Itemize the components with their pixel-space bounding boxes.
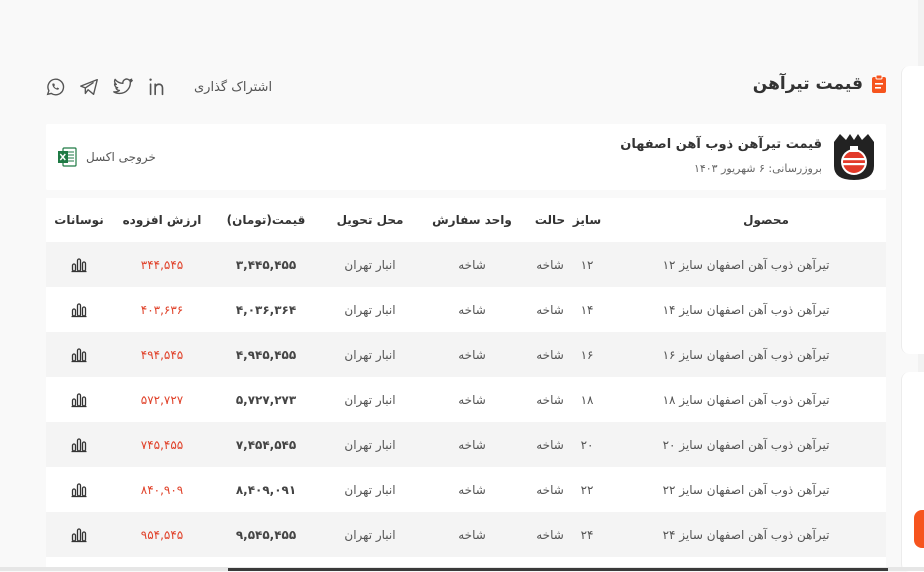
- row-location: انبار تهران: [344, 437, 396, 452]
- row-price: ۷,۴۵۴,۵۴۵: [235, 437, 297, 452]
- row-size: ۲۴: [580, 527, 594, 542]
- row-vat: ۴۹۴,۵۴۵: [140, 347, 184, 362]
- row-state: شاخه: [536, 527, 564, 542]
- row-size: ۱۲: [580, 257, 594, 272]
- bar-chart-icon: [71, 437, 87, 452]
- row-size: ۲۲: [580, 482, 594, 497]
- row-vat: ۸۴۰,۹۰۹: [140, 482, 184, 497]
- row-product: تیرآهن ذوب آهن اصفهان سایز ۱۴: [662, 302, 830, 317]
- row-vat: ۵۷۲,۷۲۷: [140, 392, 184, 407]
- row-vat: ۳۴۴,۵۴۵: [140, 257, 184, 272]
- header-size: سایز: [572, 213, 602, 227]
- row-size: ۱۸: [580, 392, 594, 407]
- bar-chart-icon: [71, 527, 87, 542]
- header-state: حالت: [534, 213, 566, 227]
- bar-chart-icon: [71, 482, 87, 497]
- row-chart-button[interactable]: [58, 377, 100, 422]
- row-chart-button[interactable]: [58, 512, 100, 557]
- row-size: ۲۰: [580, 437, 594, 452]
- price-table: محصول سایز حالت واحد سفارش محل تحویل قیم…: [46, 198, 886, 569]
- row-unit: شاخه: [458, 392, 486, 407]
- row-size: ۱۶: [580, 347, 594, 362]
- row-location: انبار تهران: [344, 482, 396, 497]
- row-size: ۱۴: [580, 302, 594, 317]
- row-unit: شاخه: [458, 437, 486, 452]
- header-product: محصول: [743, 213, 789, 227]
- row-product: تیرآهن ذوب آهن اصفهان سایز ۲۰: [662, 437, 830, 452]
- row-vat: ۷۴۵,۴۵۵: [140, 437, 184, 452]
- row-unit: شاخه: [458, 347, 486, 362]
- row-price: ۴,۰۳۶,۳۶۴: [235, 302, 297, 317]
- row-product: تیرآهن ذوب آهن اصفهان سایز ۲۲: [662, 482, 830, 497]
- bar-chart-icon: [71, 257, 87, 272]
- row-unit: شاخه: [458, 527, 486, 542]
- section-title: قیمت تیرآهن: [753, 74, 887, 94]
- excel-export-label: خروجی اکسل: [86, 150, 156, 164]
- row-vat: ۴۰۳,۶۳۶: [140, 302, 184, 317]
- row-unit: شاخه: [458, 482, 486, 497]
- row-chart-button[interactable]: [58, 332, 100, 377]
- row-product: تیرآهن ذوب آهن اصفهان سایز ۱۶: [662, 347, 830, 362]
- row-price: ۹,۵۴۵,۴۵۵: [235, 527, 297, 542]
- telegram-icon[interactable]: [78, 76, 100, 98]
- bar-chart-icon: [71, 302, 87, 317]
- linkedin-icon[interactable]: [146, 76, 168, 98]
- row-price: ۴,۹۴۵,۴۵۵: [235, 347, 297, 362]
- row-state: شاخه: [536, 302, 564, 317]
- row-product: تیرآهن ذوب آهن اصفهان سایز ۱۲: [662, 257, 830, 272]
- header-unit: واحد سفارش: [432, 213, 512, 227]
- row-vat: ۹۵۴,۵۴۵: [140, 527, 184, 542]
- header-location: محل تحویل: [336, 213, 404, 227]
- product-card: قیمت تیرآهن ذوب آهن اصفهان بروزرسانی: ۶ …: [46, 124, 886, 190]
- bar-chart-icon: [71, 392, 87, 407]
- share-label: اشتراک گذاری: [194, 79, 273, 95]
- row-state: شاخه: [536, 482, 564, 497]
- row-chart-button[interactable]: [58, 287, 100, 332]
- whatsapp-icon[interactable]: [44, 76, 66, 98]
- row-price: ۳,۴۴۵,۴۵۵: [235, 257, 297, 272]
- row-location: انبار تهران: [344, 392, 396, 407]
- row-chart-button[interactable]: [58, 242, 100, 287]
- twitter-icon[interactable]: [112, 76, 134, 98]
- row-unit: شاخه: [458, 257, 486, 272]
- share-bar: اشتراک گذاری: [44, 76, 272, 98]
- product-title: قیمت تیرآهن ذوب آهن اصفهان: [620, 137, 822, 152]
- header-vat: ارزش افزوده: [122, 213, 202, 227]
- clipboard-icon: [872, 74, 886, 93]
- table-row: تیرآهن ذوب آهن اصفهان سایز ۱۴ ۱۴ شاخه شا…: [46, 287, 886, 332]
- table-row: تیرآهن ذوب آهن اصفهان سایز ۱۶ ۱۶ شاخه شا…: [46, 332, 886, 377]
- table-row: تیرآهن ذوب آهن اصفهان سایز ۲۲ ۲۲ شاخه شا…: [46, 467, 886, 512]
- row-location: انبار تهران: [344, 527, 396, 542]
- table-row: تیرآهن ذوب آهن اصفهان سایز ۲۰ ۲۰ شاخه شا…: [46, 422, 886, 467]
- row-product: تیرآهن ذوب آهن اصفهان سایز ۱۸: [662, 392, 830, 407]
- table-row: تیرآهن ذوب آهن اصفهان سایز ۱۸ ۱۸ شاخه شا…: [46, 377, 886, 422]
- row-location: انبار تهران: [344, 347, 396, 362]
- excel-export-button[interactable]: خروجی اکسل: [56, 146, 156, 168]
- row-state: شاخه: [536, 437, 564, 452]
- row-state: شاخه: [536, 392, 564, 407]
- horizontal-scrollbar[interactable]: [0, 567, 924, 571]
- row-unit: شاخه: [458, 302, 486, 317]
- row-chart-button[interactable]: [58, 422, 100, 467]
- row-product: تیرآهن ذوب آهن اصفهان سایز ۲۴: [662, 527, 830, 542]
- row-location: انبار تهران: [344, 257, 396, 272]
- product-updated-date: بروزرسانی: ۶ شهریور ۱۴۰۳: [693, 162, 822, 175]
- header-price: قیمت(تومان): [226, 213, 306, 227]
- table-row: تیرآهن ذوب آهن اصفهان سایز ۱۲ ۱۲ شاخه شا…: [46, 242, 886, 287]
- row-location: انبار تهران: [344, 302, 396, 317]
- row-price: ۵,۷۲۷,۲۷۳: [235, 392, 297, 407]
- table-row: تیرآهن ذوب آهن اصفهان سایز ۲۴ ۲۴ شاخه شا…: [46, 512, 886, 557]
- row-state: شاخه: [536, 257, 564, 272]
- excel-icon: [58, 147, 77, 167]
- row-chart-button[interactable]: [58, 467, 100, 512]
- row-price: ۸,۴۰۹,۰۹۱: [235, 482, 297, 497]
- side-panel-top: [901, 66, 924, 354]
- section-title-text: قیمت تیرآهن: [752, 74, 863, 94]
- bar-chart-icon: [71, 347, 87, 362]
- esfahan-steel-logo: [834, 134, 874, 180]
- table-header: محصول سایز حالت واحد سفارش محل تحویل قیم…: [46, 198, 886, 242]
- header-chart: نوسانات: [54, 213, 104, 227]
- floating-action-button[interactable]: [914, 510, 924, 548]
- row-state: شاخه: [536, 347, 564, 362]
